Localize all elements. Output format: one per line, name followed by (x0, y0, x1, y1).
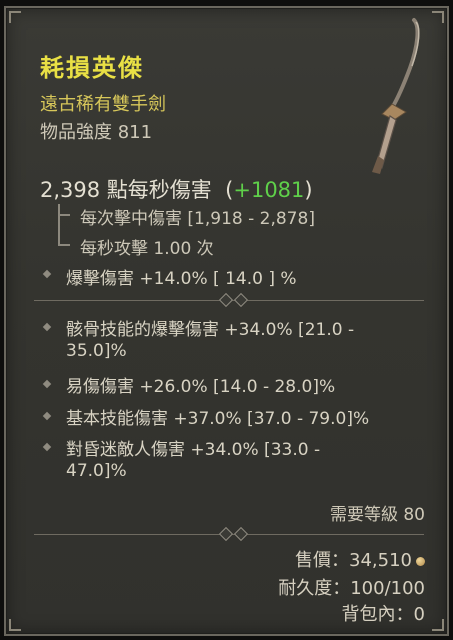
bullet-icon (42, 322, 52, 332)
dps-value: 2,398 點每秒傷害 (40, 178, 212, 202)
attack-speed: 每秒攻擊 1.00 次 (80, 239, 214, 259)
tree-connector (58, 244, 70, 246)
frame-corner (432, 619, 444, 631)
bullet-icon (42, 442, 52, 452)
item-power-label: 物品強度 (40, 122, 112, 143)
affix-line-continued: 47.0]% (66, 461, 127, 481)
divider-ornament (233, 526, 249, 542)
dps-close-paren: ) (304, 178, 313, 202)
tree-connector (58, 214, 70, 216)
item-name: 耗損英傑 (40, 54, 144, 82)
sell-price-text: 售價：34,510 (295, 550, 412, 571)
bullet-icon (42, 269, 52, 279)
frame-corner (9, 619, 21, 631)
divider-ornament (233, 292, 249, 308)
inventory-count: 背包內：0 (341, 604, 425, 625)
affix-line: 基本技能傷害 +37.0% [37.0 - 79.0]% (66, 409, 370, 429)
affix-line: 對昏迷敵人傷害 +34.0% [33.0 - (66, 440, 321, 460)
item-power-value: 811 (117, 122, 153, 143)
damage-per-hit: 每次擊中傷害 [1,918 - 2,878] (80, 209, 315, 229)
bullet-icon (42, 379, 52, 389)
affix-line: 易傷傷害 +26.0% [14.0 - 28.0]% (66, 377, 336, 397)
tree-connector (58, 204, 60, 246)
section-divider (34, 526, 424, 542)
item-power: 物品強度 811 (40, 118, 152, 144)
required-level: 需要等級 80 (329, 505, 425, 525)
two-handed-sword-icon (372, 18, 420, 174)
divider-ornament (218, 292, 234, 308)
section-divider (34, 292, 424, 308)
affix-line-continued: 35.0]% (66, 341, 127, 361)
frame-corner (9, 11, 21, 23)
affix-line: 骸骨技能的爆擊傷害 +34.0% [21.0 - (66, 320, 355, 340)
dps-open-paren: ( (218, 178, 234, 202)
divider-ornament (218, 526, 234, 542)
crit-damage-stat: 爆擊傷害 +14.0% [ 14.0 ] % (66, 269, 297, 289)
item-rarity: 遠古稀有雙手劍 (40, 94, 166, 115)
dps-bonus: +1081 (233, 178, 305, 202)
dps-line: 2,398 點每秒傷害 (+1081) (40, 174, 313, 204)
gold-coin-icon (416, 556, 425, 566)
bullet-icon (42, 411, 52, 421)
item-tooltip: 耗損英傑 遠古稀有雙手劍 物品強度 811 2,398 點每秒傷害 (+1081… (4, 6, 449, 636)
durability: 耐久度：100/100 (278, 578, 425, 599)
sell-price: 售價：34,510 (295, 546, 425, 572)
